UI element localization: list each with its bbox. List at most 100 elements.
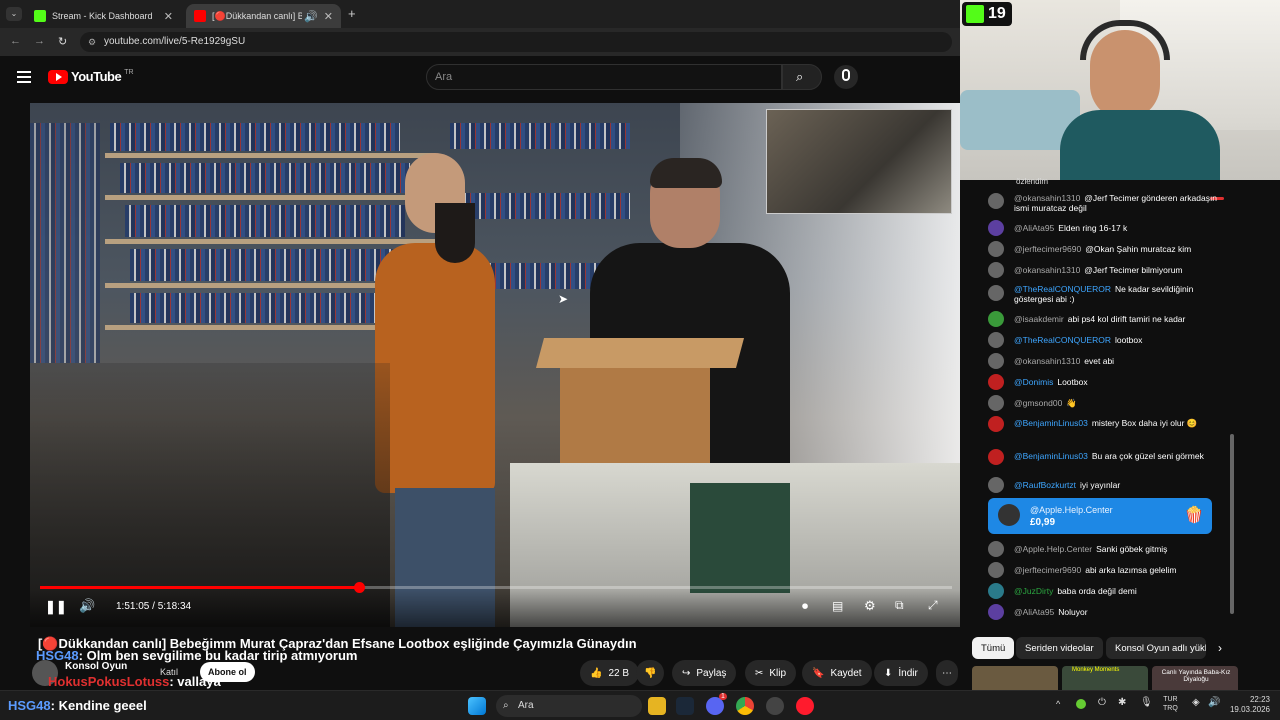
avatar: [988, 416, 1004, 432]
obs-icon[interactable]: [766, 697, 784, 715]
browser-tab-strip: ⌄ Stream - Kick Dashboard ✕ [🔴Dükkandan …: [0, 0, 960, 28]
avatar: [988, 193, 1004, 209]
network-icon[interactable]: ◈: [1192, 697, 1200, 708]
tray-icon[interactable]: [1076, 699, 1086, 709]
windows-start-icon[interactable]: [468, 697, 486, 715]
volume-icon[interactable]: 🔊: [79, 598, 95, 614]
overlay-chat-line: HokusPokusLotuss: vallaya: [48, 674, 221, 689]
avatar: [988, 395, 1004, 411]
site-info-icon[interactable]: ⚙: [88, 32, 96, 52]
taskbar: HSG48: Kendine geeel ⌕ Ara 1 ^ ⏻ ✱ 🎙 TUR…: [0, 690, 1280, 720]
chat-scrollbar[interactable]: [1230, 434, 1234, 614]
chip-series[interactable]: Seriden videolar: [1016, 637, 1103, 659]
avatar: [988, 311, 1004, 327]
related-thumbnail[interactable]: [972, 666, 1058, 690]
overlay-chat-line: HSG48: Olm ben sevgilime bu kadar tirip …: [36, 648, 358, 663]
related-thumbnail[interactable]: Monkey Moments: [1062, 666, 1148, 690]
chat-message: @okansahin1310 @Jerf Tecimer bilmiyorum: [1014, 265, 1183, 275]
language-indicator[interactable]: TUR TRQ: [1163, 695, 1178, 713]
steam-icon[interactable]: [676, 697, 694, 715]
voice-search-button[interactable]: [834, 65, 858, 89]
like-button[interactable]: 👍 22 B: [580, 660, 640, 686]
share-button[interactable]: ↪ Paylaş: [672, 660, 737, 686]
avatar: [988, 562, 1004, 578]
kick-viewer-badge: 19: [962, 2, 1012, 26]
new-tab-button[interactable]: +: [348, 6, 356, 21]
avatar: [988, 477, 1004, 493]
save-button[interactable]: 🔖 Kaydet: [802, 660, 872, 686]
youtube-play-icon: [48, 69, 68, 84]
bluetooth-icon[interactable]: ✱: [1118, 697, 1126, 708]
chat-message: @jerftecimer9690 @Okan Şahin muratcaz kim: [1014, 244, 1192, 254]
tab-kick-dashboard[interactable]: Stream - Kick Dashboard ✕: [26, 4, 181, 28]
chat-message: @TheRealCONQUEROR lootbox: [1014, 335, 1143, 345]
popcorn-icon: 🍿: [1184, 507, 1204, 524]
clock[interactable]: 22:23 19.03.2026: [1226, 695, 1270, 715]
chip-channel-uploads[interactable]: Konsol Oyun adlı yükl: [1106, 637, 1206, 659]
fullscreen-icon[interactable]: ⤢: [928, 598, 938, 613]
autoplay-toggle-icon[interactable]: ⏺: [802, 599, 808, 614]
picture-in-picture-camera: [766, 109, 952, 214]
chevron-right-icon[interactable]: ›: [1218, 641, 1222, 655]
kick-icon: [34, 10, 46, 22]
scissors-icon: ✂: [755, 667, 764, 679]
more-icon: ⋯: [942, 667, 952, 679]
avatar: [988, 241, 1004, 257]
search-button[interactable]: ⌕: [782, 64, 822, 90]
chat-message: @BenjaminLinus03 mistery Box daha iyi olu…: [1014, 418, 1198, 428]
avatar: [988, 604, 1004, 620]
search-input[interactable]: Ara: [426, 64, 782, 90]
kick-logo-icon: [966, 5, 984, 23]
reload-icon[interactable]: ↻: [58, 35, 67, 48]
volume-icon[interactable]: 🔊: [1208, 697, 1220, 708]
avatar: [988, 449, 1004, 465]
chat-message: @BenjaminLinus03 Bu ara çok güzel seni gö…: [1014, 451, 1204, 461]
settings-gear-icon[interactable]: ⚙: [864, 598, 876, 614]
chip-all[interactable]: Tümü: [972, 637, 1015, 659]
thumbs-up-icon: 👍: [590, 667, 603, 679]
super-chat[interactable]: @Apple.Help.Center £0,99 🍿: [988, 498, 1212, 534]
avatar: [988, 262, 1004, 278]
mic-icon[interactable]: 🎙: [1140, 697, 1153, 708]
chrome-icon[interactable]: [736, 697, 754, 715]
more-actions-button[interactable]: ⋯: [936, 660, 958, 686]
forward-icon[interactable]: →: [34, 35, 45, 47]
power-icon[interactable]: ⏻: [1098, 697, 1106, 708]
avatar: [988, 220, 1004, 236]
youtube-logo[interactable]: YouTube TR: [48, 69, 134, 84]
chat-message: @gmsond00 👋: [1014, 398, 1077, 408]
search-icon: ⌕: [503, 700, 509, 711]
chat-message: @AliAta95 Noluyor: [1014, 607, 1088, 617]
menu-icon[interactable]: [17, 71, 31, 83]
avatar: [988, 353, 1004, 369]
avatar: [988, 285, 1004, 301]
chat-message: @Apple.Help.Center Sanki göbek gitmiş: [1014, 544, 1168, 554]
opera-icon[interactable]: [796, 697, 814, 715]
search-icon: ⌕: [796, 69, 804, 84]
file-explorer-icon[interactable]: [648, 697, 666, 715]
clip-button[interactable]: ✂ Klip: [745, 660, 797, 686]
back-icon[interactable]: ←: [10, 35, 21, 47]
chevron-up-icon[interactable]: ^: [1056, 699, 1060, 709]
download-button[interactable]: ⬇ İndir: [874, 660, 928, 686]
captions-icon[interactable]: ▤: [832, 599, 843, 613]
related-thumbnail[interactable]: Canlı Yayında Baba-Kız Diyaloğu: [1152, 666, 1238, 690]
url-field[interactable]: ⚙ youtube.com/live/5-Re1929gSU: [80, 32, 952, 52]
avatar: [988, 332, 1004, 348]
youtube-header: YouTube TR Ara ⌕: [0, 56, 960, 102]
pause-icon[interactable]: ❚❚: [45, 599, 67, 615]
close-icon[interactable]: ✕: [324, 10, 333, 23]
chat-message: @RaufBozkurtzt iyi yayınlar: [1014, 480, 1121, 490]
miniplayer-icon[interactable]: ⧉: [895, 598, 904, 613]
close-icon[interactable]: ✕: [164, 10, 173, 23]
chat-message: @AliAta95 Elden ring 16-17 k: [1014, 223, 1128, 233]
bookmark-icon: 🔖: [812, 667, 825, 679]
speaker-icon[interactable]: 🔊: [304, 10, 318, 23]
mic-icon: [842, 69, 850, 81]
tab-youtube-live[interactable]: [🔴Dükkandan canlı] Bebe 🔊 ✕: [186, 4, 341, 28]
dislike-button[interactable]: 👎: [636, 660, 665, 686]
taskbar-search[interactable]: ⌕ Ara: [496, 695, 642, 717]
chat-message: @TheRealCONQUEROR Ne kadar sevildiğinin g…: [1014, 284, 1194, 304]
tab-search-button[interactable]: ⌄: [6, 7, 22, 21]
overlay-chat-line: HSG48: Kendine geeel: [8, 698, 147, 713]
